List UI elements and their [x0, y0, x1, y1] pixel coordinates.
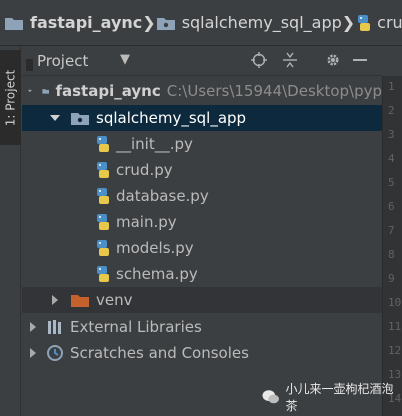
editor-tab-strip	[382, 46, 402, 76]
tree-file-row[interactable]: models.py	[22, 235, 382, 261]
tree-external-row[interactable]: External Libraries	[22, 314, 382, 340]
tree-package-label: sqlalchemy_sql_app	[96, 109, 247, 127]
breadcrumb-item-file[interactable]: crud.py	[355, 13, 402, 32]
line-number: 2	[388, 104, 395, 117]
tree-root-path: C:\Users\15944\Desktop\pyp	[166, 82, 382, 100]
libraries-icon	[48, 320, 61, 334]
package-folder-icon	[156, 17, 175, 30]
file-label: schema.py	[116, 265, 198, 283]
line-number: 9	[388, 272, 395, 285]
file-label: __init__.py	[116, 135, 193, 153]
wechat-logo-icon	[262, 390, 279, 404]
tree-file-row[interactable]: __init__.py	[22, 131, 382, 157]
breadcrumb-label: fastapi_aync	[30, 13, 143, 32]
tree-root-row[interactable]: fastapi_aync C:\Users\15944\Desktop\pyp	[22, 78, 382, 104]
line-number: 10	[388, 296, 402, 309]
watermark: 小儿来一壶枸杞酒泡茶	[262, 380, 402, 414]
locate-file-icon[interactable]	[249, 50, 269, 70]
chevron-right-icon[interactable]	[50, 295, 60, 305]
scratches-icon	[47, 345, 63, 361]
tree-scratches-label: Scratches and Consoles	[70, 344, 249, 362]
line-number: 8	[388, 248, 395, 261]
file-label: models.py	[116, 239, 194, 257]
tree-file-row[interactable]: schema.py	[22, 261, 382, 287]
tree-venv-label: venv	[96, 291, 133, 309]
breadcrumb-label: sqlalchemy_sql_app	[181, 13, 342, 32]
tree-external-label: External Libraries	[70, 318, 202, 336]
python-file-icon	[358, 14, 371, 31]
project-view-icon	[26, 56, 33, 75]
tree-root-label: fastapi_aync	[55, 82, 161, 100]
breadcrumb: fastapi_aync ❯ sqlalchemy_sql_app ❯ crud…	[0, 0, 402, 46]
line-number: 1	[388, 80, 395, 93]
chevron-down-icon[interactable]	[50, 113, 60, 123]
python-file-icon	[97, 162, 109, 178]
file-label: main.py	[116, 213, 177, 231]
excluded-folder-icon	[71, 295, 89, 307]
tree-file-row[interactable]: crud.py	[22, 157, 382, 183]
collapse-all-icon[interactable]	[280, 50, 300, 70]
line-number: 5	[388, 176, 395, 189]
chevron-down-icon[interactable]	[28, 86, 32, 96]
python-file-icon	[97, 136, 109, 152]
line-number: 7	[388, 224, 395, 237]
tree-scratches-row[interactable]: Scratches and Consoles	[22, 340, 382, 366]
chevron-right-icon: ❯	[341, 13, 356, 32]
python-file-icon	[97, 188, 109, 204]
gear-icon[interactable]	[323, 50, 343, 70]
line-number: 4	[388, 152, 395, 165]
hide-panel-icon[interactable]	[350, 50, 370, 70]
line-number: 12	[388, 344, 402, 357]
python-file-icon	[97, 240, 109, 256]
side-tab-label: 1: Project	[3, 69, 18, 126]
view-dropdown-caret[interactable]: ▼	[120, 52, 130, 67]
line-number: 6	[388, 200, 395, 213]
line-number: 11	[388, 320, 402, 333]
breadcrumb-label: crud.py	[377, 13, 402, 32]
chevron-right-icon[interactable]	[28, 348, 38, 358]
breadcrumb-item-root[interactable]: fastapi_aync	[4, 13, 142, 32]
tree-file-row[interactable]: main.py	[22, 209, 382, 235]
python-file-icon	[97, 266, 109, 282]
package-folder-icon	[71, 113, 89, 125]
line-number: 3	[388, 128, 395, 141]
project-side-tab[interactable]: 1: Project	[0, 50, 21, 145]
tree-package-row[interactable]: sqlalchemy_sql_app	[22, 105, 382, 131]
chevron-right-icon: ❯	[142, 13, 156, 32]
file-label: crud.py	[116, 161, 173, 179]
folder-icon	[5, 17, 23, 30]
folder-icon	[42, 89, 50, 94]
chevron-right-icon[interactable]	[28, 322, 38, 332]
file-label: database.py	[116, 187, 209, 205]
python-file-icon	[97, 214, 109, 230]
tree-venv-row[interactable]: venv	[22, 287, 382, 313]
tree-file-row[interactable]: database.py	[22, 183, 382, 209]
project-panel-title[interactable]: Project	[37, 52, 88, 70]
breadcrumb-item-package[interactable]: sqlalchemy_sql_app	[156, 13, 342, 32]
watermark-text: 小儿来一壶枸杞酒泡茶	[285, 382, 394, 413]
